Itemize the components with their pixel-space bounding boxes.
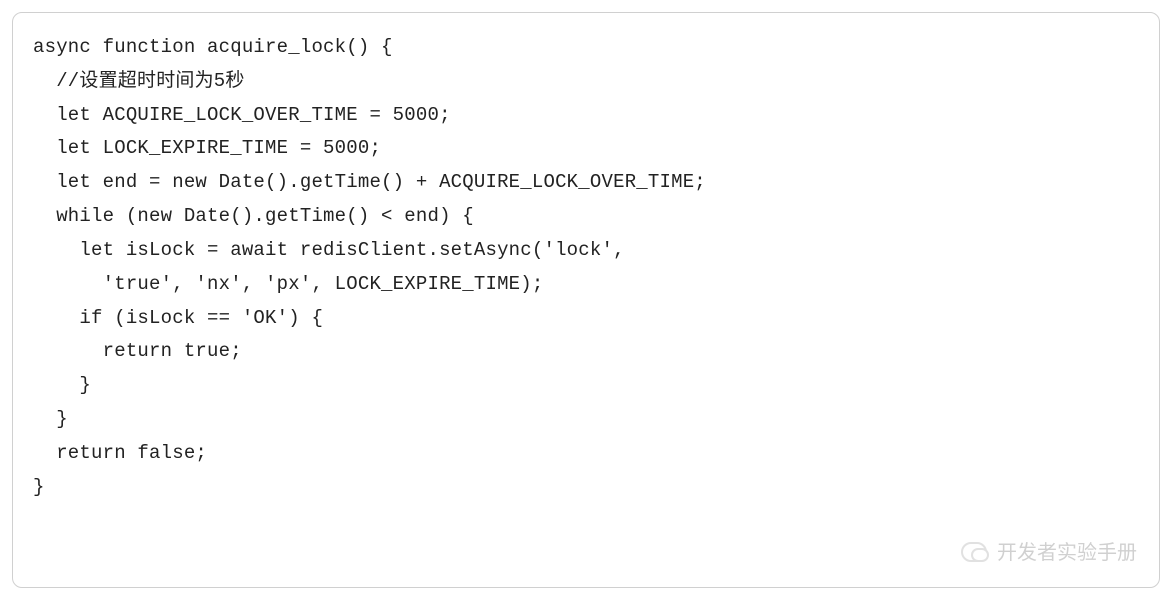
wechat-icon — [961, 540, 989, 562]
watermark: 开发者实验手册 — [961, 536, 1137, 565]
code-block: async function acquire_lock() { //设置超时时间… — [12, 12, 1160, 588]
watermark-text: 开发者实验手册 — [997, 536, 1137, 565]
code-content: async function acquire_lock() { //设置超时时间… — [33, 31, 1139, 504]
